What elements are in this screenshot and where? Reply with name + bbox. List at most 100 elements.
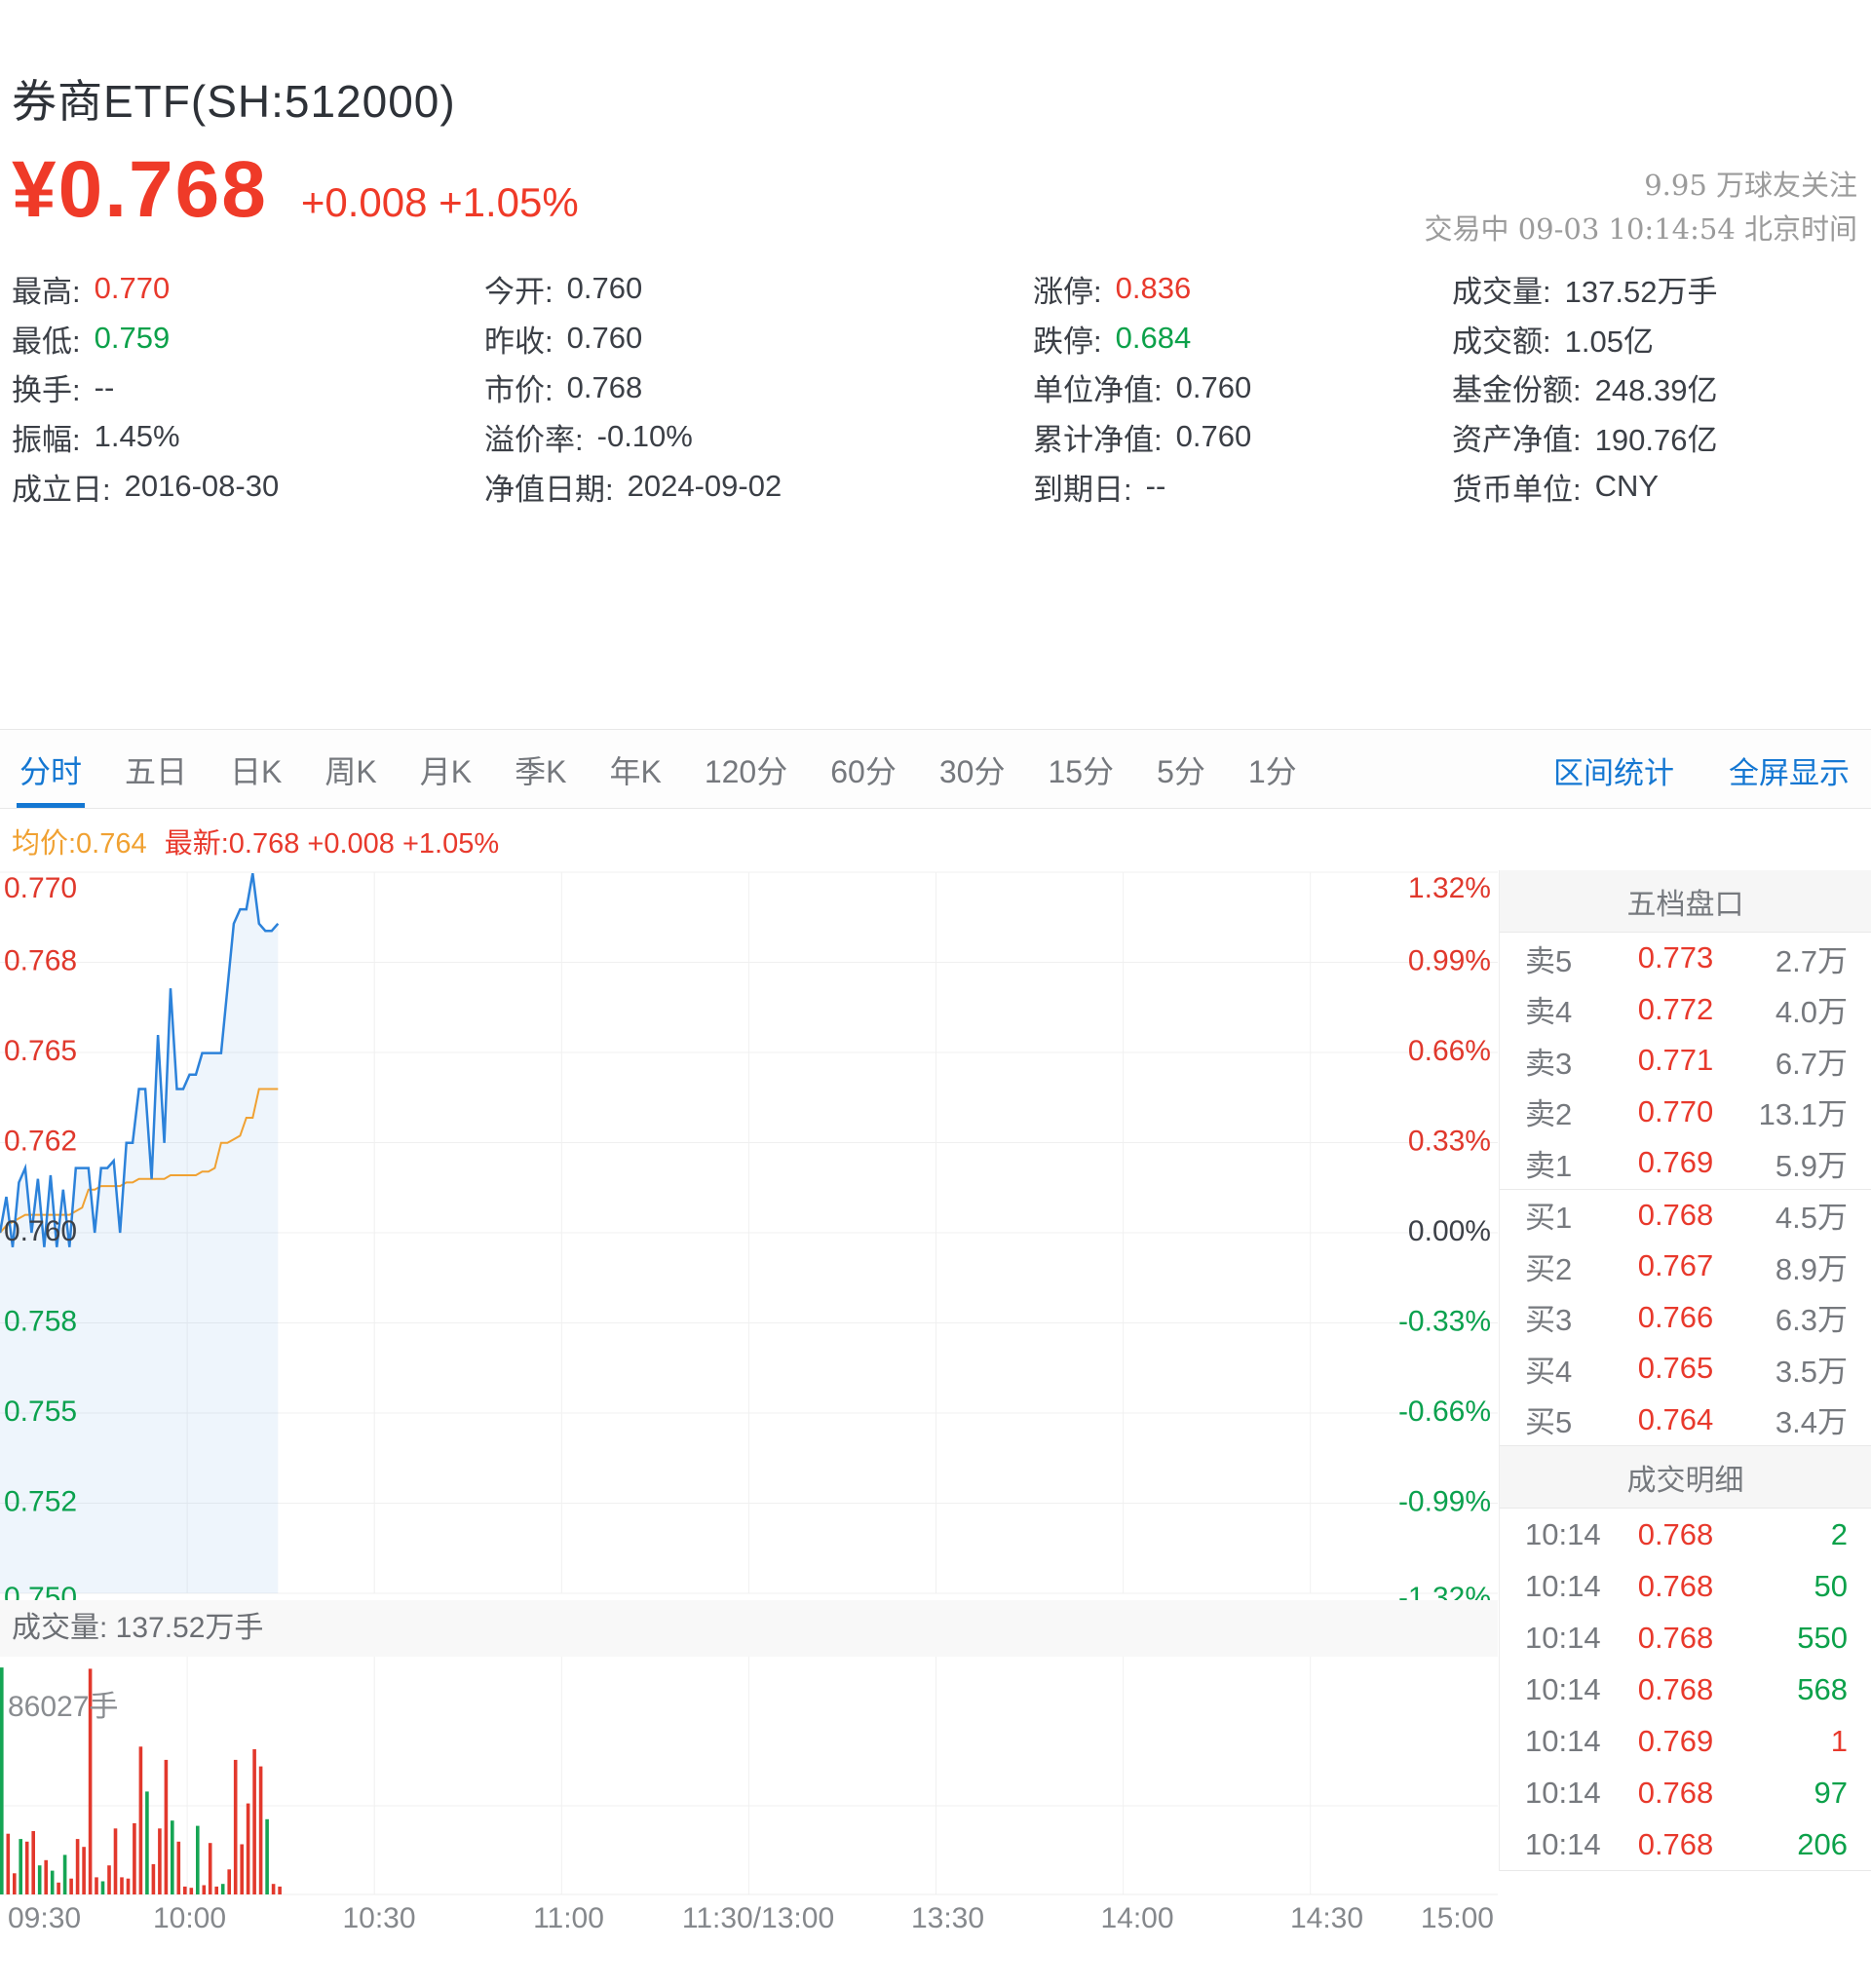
- ask-levels: 卖50.7732.7万卖40.7724.0万卖30.7716.7万卖20.770…: [1500, 933, 1871, 1189]
- trade-price: 0.768: [1607, 1517, 1744, 1552]
- stat-value: 0.760: [1176, 370, 1252, 405]
- volume-max-label: 86027手: [8, 1682, 118, 1725]
- stat-value: 0.760: [567, 271, 643, 306]
- trade-row: 10:140.76897: [1500, 1767, 1871, 1818]
- tab-15分[interactable]: 15分: [1048, 730, 1114, 810]
- stat-label: 资产净值:: [1452, 415, 1582, 459]
- svg-text:-0.33%: -0.33%: [1398, 1305, 1491, 1337]
- trade-volume: 550: [1744, 1621, 1871, 1656]
- stat-item: 成交额:1.05亿: [1452, 314, 1717, 363]
- ask-row: 卖50.7732.7万: [1500, 933, 1871, 984]
- tab-五日[interactable]: 五日: [125, 730, 187, 810]
- order-book-panel: 五档盘口 卖50.7732.7万卖40.7724.0万卖30.7716.7万卖2…: [1499, 870, 1871, 1871]
- followers-count: 9.95 万球友关注: [1424, 164, 1857, 208]
- trade-row: 10:140.7682: [1500, 1509, 1871, 1560]
- intraday-volume-chart[interactable]: [0, 1657, 1498, 1897]
- stat-label: 市价:: [484, 365, 554, 409]
- level-price: 0.767: [1607, 1248, 1744, 1283]
- intraday-price-chart[interactable]: 0.7700.7680.7650.7620.7600.7580.7550.752…: [0, 862, 1498, 1603]
- stat-value: 0.760: [1176, 419, 1252, 454]
- stat-label: 净值日期:: [484, 465, 614, 509]
- tab-月K[interactable]: 月K: [420, 730, 472, 810]
- svg-text:-0.99%: -0.99%: [1398, 1485, 1491, 1517]
- trade-detail-title: 成交明细: [1500, 1445, 1871, 1509]
- level-volume: 4.5万: [1744, 1193, 1871, 1237]
- level-price: 0.768: [1607, 1198, 1744, 1233]
- level-volume: 4.0万: [1744, 987, 1871, 1031]
- stat-column-3: 成交量:137.52万手成交额:1.05亿基金份额:248.39亿资产净值:19…: [1452, 264, 1717, 511]
- trade-volume: 50: [1744, 1569, 1871, 1604]
- latest-price-text: 最新:0.768 +0.008 +1.05%: [165, 828, 499, 860]
- stat-item: 净值日期:2024-09-02: [484, 462, 782, 512]
- level-label: 买2: [1500, 1244, 1607, 1288]
- trade-time: 10:14: [1500, 1517, 1607, 1552]
- level-volume: 2.7万: [1744, 937, 1871, 980]
- level-volume: 5.9万: [1744, 1141, 1871, 1185]
- trade-volume: 2: [1744, 1517, 1871, 1552]
- avg-price-text: 均价:0.764: [12, 828, 147, 860]
- stat-value: --: [1146, 469, 1166, 504]
- stat-label: 累计净值:: [1033, 415, 1163, 459]
- x-axis-label: 13:30: [911, 1902, 984, 1935]
- level-volume: 3.4万: [1744, 1397, 1871, 1441]
- level-label: 卖1: [1500, 1141, 1607, 1185]
- link-区间统计[interactable]: 区间统计: [1553, 748, 1674, 792]
- stat-label: 今开:: [484, 267, 554, 311]
- ask-row: 卖20.77013.1万: [1500, 1087, 1871, 1138]
- tab-30分[interactable]: 30分: [939, 730, 1006, 810]
- stat-item: 基金份额:248.39亿: [1452, 363, 1717, 412]
- svg-text:0.66%: 0.66%: [1408, 1035, 1491, 1067]
- trade-price: 0.768: [1607, 1569, 1744, 1604]
- tab-季K[interactable]: 季K: [515, 730, 566, 810]
- ask-row: 卖10.7695.9万: [1500, 1137, 1871, 1189]
- tab-5分[interactable]: 5分: [1157, 730, 1205, 810]
- svg-text:1.32%: 1.32%: [1408, 872, 1491, 904]
- stat-item: 换手:--: [12, 363, 279, 412]
- chart-tools: 区间统计 全屏显示: [1553, 730, 1850, 810]
- bid-row: 买50.7643.4万: [1500, 1395, 1871, 1446]
- order-book-title: 五档盘口: [1500, 870, 1871, 933]
- tab-60分[interactable]: 60分: [830, 730, 897, 810]
- avg-latest-ticker: 均价:0.764 最新:0.768 +0.008 +1.05%: [12, 821, 499, 861]
- stat-value: 1.45%: [95, 419, 180, 454]
- stat-value: CNY: [1595, 469, 1659, 504]
- stat-label: 货币单位:: [1452, 465, 1582, 509]
- tab-1分[interactable]: 1分: [1248, 730, 1297, 810]
- trade-price: 0.768: [1607, 1827, 1744, 1862]
- stat-item: 货币单位: CNY: [1452, 462, 1717, 512]
- stat-value: --: [95, 370, 115, 405]
- level-price: 0.770: [1607, 1094, 1744, 1129]
- link-全屏显示[interactable]: 全屏显示: [1729, 748, 1850, 792]
- ask-row: 卖40.7724.0万: [1500, 984, 1871, 1036]
- level-price: 0.772: [1607, 992, 1744, 1027]
- x-axis-label: 09:30: [8, 1902, 81, 1935]
- trade-price: 0.768: [1607, 1776, 1744, 1811]
- level-price: 0.764: [1607, 1402, 1744, 1437]
- ask-row: 卖30.7716.7万: [1500, 1035, 1871, 1087]
- volume-title: 成交量: 137.52万手: [12, 1600, 263, 1657]
- tab-分时[interactable]: 分时: [19, 730, 82, 810]
- stats-grid: 最高:0.770最低:0.759换手:--振幅:1.45%成立日:2016-08…: [0, 264, 1871, 516]
- trade-time: 10:14: [1500, 1621, 1607, 1656]
- level-price: 0.773: [1607, 940, 1744, 975]
- tab-年K[interactable]: 年K: [609, 730, 661, 810]
- page-title: 券商ETF(SH:512000): [12, 66, 456, 131]
- stat-item: 昨收:0.760: [484, 314, 782, 363]
- trade-time: 10:14: [1500, 1827, 1607, 1862]
- level-label: 卖2: [1500, 1090, 1607, 1133]
- stat-value: 2016-08-30: [125, 469, 280, 504]
- bid-row: 买30.7666.3万: [1500, 1292, 1871, 1344]
- tab-周K[interactable]: 周K: [325, 730, 376, 810]
- stat-item: 资产净值:190.76亿: [1452, 412, 1717, 462]
- time-axis: 09:3010:0010:3011:0011:30/13:0013:3014:0…: [0, 1902, 1498, 1943]
- tab-120分[interactable]: 120分: [705, 730, 787, 810]
- stat-item: 最低:0.759: [12, 314, 279, 363]
- svg-text:-0.66%: -0.66%: [1398, 1395, 1491, 1428]
- level-label: 卖3: [1500, 1039, 1607, 1083]
- level-label: 卖4: [1500, 987, 1607, 1031]
- stat-value: 137.52万手: [1565, 267, 1718, 311]
- stat-label: 成立日:: [12, 465, 111, 509]
- volume-title-strip: 成交量: 137.52万手: [0, 1600, 1498, 1657]
- tab-日K[interactable]: 日K: [230, 730, 282, 810]
- x-axis-label: 15:00: [1421, 1902, 1494, 1935]
